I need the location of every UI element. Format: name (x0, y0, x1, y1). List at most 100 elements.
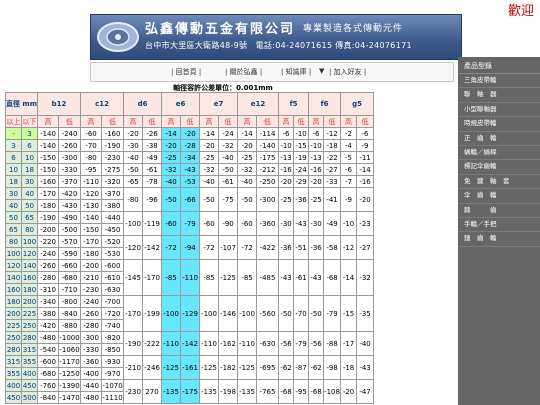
value-cell: -61 (218, 175, 239, 188)
value-cell: -420 (37, 319, 60, 332)
value-cell: -56 (278, 331, 295, 356)
sidebar-item[interactable]: 免 鍵 軸 套 (458, 175, 540, 190)
sidebar-item[interactable]: 時規皮帶輪 (458, 117, 540, 132)
value-cell: -150 (37, 163, 60, 176)
tab-dropdown-icon[interactable]: ▼ (319, 67, 324, 75)
sidebar-item[interactable]: 標記伞齒輪 (458, 160, 540, 175)
size-cell: 80 (4, 235, 23, 248)
col-header: d6 (123, 92, 163, 116)
sidebar-item[interactable]: 三角皮帶輪 (458, 74, 540, 89)
size-cell: 50 (4, 211, 23, 224)
col-header: e6 (161, 92, 201, 116)
value-cell: -62 (308, 355, 325, 380)
value-cell: -43 (293, 211, 310, 236)
value-cell: -430 (58, 199, 82, 212)
value-cell: -630 (101, 283, 125, 296)
value-cell: -560 (256, 295, 280, 332)
value-cell: -50 (161, 187, 182, 212)
size-cell: 3 (4, 139, 23, 152)
sidebar-item[interactable]: 手輪／手把 (458, 218, 540, 233)
sidebar-item[interactable]: 蝸輪／蝸桿 (458, 146, 540, 161)
value-cell: -140 (37, 127, 60, 140)
value-cell: -5 (340, 151, 358, 164)
company-contact: 台中市大里區大衛路48-9號 電話:04-24071615 傳真:04-2407… (145, 41, 412, 50)
value-cell: -79 (323, 295, 342, 332)
sidebar-item[interactable]: 正 齒 輪 (458, 132, 540, 146)
value-cell: -125 (218, 259, 239, 296)
value-cell: -230 (123, 379, 144, 404)
value-cell: -43 (308, 259, 325, 296)
sidebar-item[interactable]: 棘 齒 (458, 204, 540, 218)
value-cell: -85 (237, 259, 258, 296)
value-cell: -300 (58, 151, 82, 164)
value-cell: -94 (180, 235, 201, 260)
value-cell: -114 (256, 127, 280, 140)
value-cell: -25 (199, 151, 220, 164)
value-cell: -160 (37, 175, 60, 188)
value-cell: -33 (323, 175, 342, 188)
value-cell: -18 (340, 355, 358, 380)
value-cell: -610 (101, 271, 125, 284)
lo-label: 低 (180, 115, 201, 128)
value-cell: -70 (293, 295, 310, 332)
value-cell: -25 (237, 151, 258, 164)
size-cell: - (4, 127, 23, 140)
value-cell: -380 (37, 307, 60, 320)
value-cell: -30 (123, 139, 144, 152)
value-cell: -520 (101, 235, 125, 248)
value-cell: -320 (101, 175, 125, 188)
value-cell: -75 (218, 187, 239, 212)
value-cell: -420 (58, 187, 82, 200)
size-cell: 280 (4, 343, 23, 356)
value-cell: -23 (356, 211, 375, 236)
value-cell: -110 (161, 331, 182, 356)
size-cell: 40 (4, 199, 23, 212)
sidebar-item[interactable]: 小型聯軸器 (458, 103, 540, 118)
tab-about[interactable]: | 關於弘鑫 | (225, 67, 262, 77)
value-cell: -78 (142, 175, 163, 188)
value-cell: -146 (218, 295, 239, 332)
size-cell: 315 (21, 343, 39, 356)
size-cell: 80 (21, 223, 39, 236)
value-cell: -20 (161, 139, 182, 152)
tab-home[interactable]: | 回首頁 | (171, 67, 201, 77)
value-cell: -380 (101, 199, 125, 212)
value-cell: -100 (199, 295, 220, 332)
lo-label: 低 (101, 115, 125, 128)
tab-add-friend[interactable]: | 加入好友 | (329, 67, 366, 77)
col-header: e12 (237, 92, 280, 116)
value-cell: -110 (237, 331, 258, 356)
value-cell: -14 (161, 127, 182, 140)
value-cell: -20 (308, 175, 325, 188)
value-cell: -60 (161, 211, 182, 236)
value-cell: -40 (199, 175, 220, 188)
value-cell: -370 (101, 187, 125, 200)
value-cell: -480 (37, 331, 60, 344)
size-cell: 450 (21, 379, 39, 392)
col-header: f5 (278, 92, 310, 116)
value-cell: -250 (256, 175, 280, 188)
value-cell: -180 (37, 199, 60, 212)
value-cell: -110 (199, 331, 220, 356)
sidebar-item[interactable]: 聯 軸 器 (458, 88, 540, 103)
hi-label: 高 (340, 115, 358, 128)
value-cell: -240 (37, 247, 60, 260)
sidebar-item[interactable]: 伞 齒 輪 (458, 189, 540, 204)
value-cell: -9 (356, 139, 375, 152)
value-cell: -840 (37, 391, 60, 404)
value-cell: -20 (356, 187, 375, 212)
value-cell: -38 (142, 139, 163, 152)
value-cell: -50 (308, 295, 325, 332)
tab-knowledge[interactable]: | 知識庫 | (281, 67, 311, 77)
value-cell: -43 (278, 259, 295, 296)
value-cell: -47 (356, 379, 375, 404)
size-cell: 6 (21, 139, 39, 152)
size-cell: 18 (21, 163, 39, 176)
under-label: 以下 (21, 115, 39, 128)
value-cell: -142 (142, 235, 163, 260)
value-cell: -110 (80, 175, 103, 188)
sidebar-item[interactable]: 鏈 齒 輪 (458, 232, 540, 247)
value-cell: -590 (58, 247, 82, 260)
value-cell: -17 (340, 331, 358, 356)
value-cell: -79 (180, 211, 201, 236)
